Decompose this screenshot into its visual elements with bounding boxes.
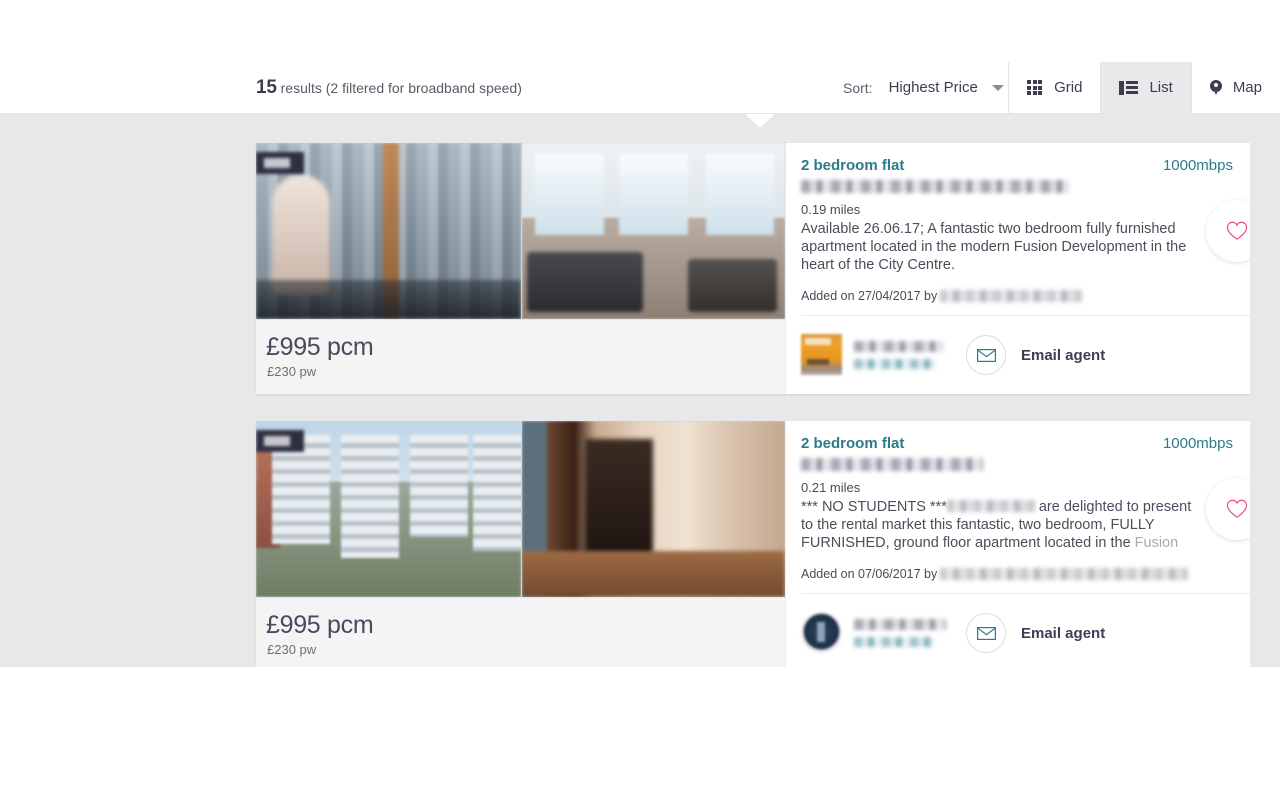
price-weekly: £230 pw — [267, 364, 317, 379]
heart-icon — [1226, 499, 1248, 518]
agent-name-redacted-inline — [940, 567, 1189, 580]
results-count: 15 results (2 filtered for broadband spe… — [256, 77, 522, 99]
listing-details: 2 bedroom flat 1000mbps 0.21 miles *** N… — [785, 421, 1268, 667]
agent-name-redacted — [854, 341, 944, 352]
listing-added-date-text: Added on 07/06/2017 by — [801, 567, 938, 581]
listing-description-truncated: Fusion — [1134, 535, 1179, 551]
listing-added-date: Added on 27/04/2017 by — [801, 289, 1083, 303]
results-toolbar: 15 results (2 filtered for broadband spe… — [0, 62, 1280, 114]
view-toggle-map[interactable]: Map — [1190, 62, 1280, 113]
email-agent-button[interactable]: Email agent — [966, 335, 1105, 375]
property-photo-gallery[interactable] — [256, 421, 785, 597]
agency-name-redacted-inline — [946, 500, 1035, 513]
listing-description-part1: *** NO STUDENTS *** — [801, 499, 947, 515]
listing-address-redacted — [801, 180, 1069, 193]
sort-control[interactable]: Sort: Highest Price — [843, 62, 1004, 113]
results-count-number: 15 — [256, 77, 277, 98]
listing-title-link[interactable]: 2 bedroom flat — [801, 435, 904, 452]
price-weekly: £230 pw — [267, 642, 317, 657]
property-photo-interior[interactable] — [522, 143, 785, 319]
view-toggle-grid[interactable]: Grid — [1008, 62, 1101, 113]
property-photo-hallway[interactable] — [522, 421, 785, 597]
card-right-clip — [1250, 421, 1280, 667]
view-toggle-list-label: List — [1149, 79, 1173, 96]
view-toggle-list[interactable]: List — [1100, 62, 1191, 113]
listing-address-redacted — [801, 458, 983, 471]
card-right-clip — [1250, 143, 1280, 394]
sort-label: Sort: — [843, 79, 873, 96]
broadband-speed-badge: 1000mbps — [1162, 157, 1233, 174]
broadband-speed-badge: 1000mbps — [1162, 435, 1233, 452]
agent-logo[interactable] — [801, 334, 842, 375]
sort-selected-value[interactable]: Highest Price — [889, 79, 978, 96]
results-count-text: results (2 filtered for broadband speed) — [280, 80, 522, 96]
listing-description: *** NO STUDENTS *** are delighted to pre… — [801, 498, 1201, 552]
email-agent-button[interactable]: Email agent — [966, 613, 1105, 653]
listing-title-link[interactable]: 2 bedroom flat — [801, 157, 904, 174]
listing-added-date-text: Added on 27/04/2017 by — [801, 289, 938, 303]
agent-contact-redacted — [854, 359, 936, 369]
photo-count-badge — [256, 152, 304, 174]
listing-distance: 0.21 miles — [801, 480, 861, 495]
agent-row: Email agent — [801, 593, 1250, 667]
envelope-icon-svg — [976, 626, 996, 640]
agent-name-redacted-inline — [940, 289, 1083, 302]
agent-row: Email agent — [801, 315, 1250, 395]
email-agent-label: Email agent — [1021, 346, 1106, 364]
photo-count-badge — [256, 430, 304, 452]
heart-icon — [1226, 221, 1248, 240]
envelope-icon — [966, 613, 1006, 653]
view-toggle-map-label: Map — [1232, 79, 1262, 96]
price-monthly: £995 pcm — [266, 611, 374, 639]
view-toggle-grid-label: Grid — [1054, 79, 1083, 96]
agent-name-redacted — [854, 619, 946, 630]
agent-logo[interactable] — [801, 612, 842, 653]
price-block: £995 pcm £230 pw — [256, 319, 785, 394]
listing-distance: 0.19 miles — [801, 202, 861, 217]
chevron-down-icon[interactable] — [991, 84, 1004, 91]
envelope-icon-svg — [976, 348, 996, 362]
view-toggle-group: Grid List Map — [1008, 62, 1280, 113]
property-listing-card[interactable]: £995 pcm £230 pw 2 bedroom flat 1000mbps… — [256, 143, 1280, 395]
results-list-container: £995 pcm £230 pw 2 bedroom flat 1000mbps… — [0, 114, 1280, 667]
property-search-results-page: 15 results (2 filtered for broadband spe… — [0, 0, 1280, 800]
price-monthly: £995 pcm — [266, 333, 374, 361]
listing-description: Available 26.06.17; A fantastic two bedr… — [801, 221, 1187, 273]
property-photo-gallery[interactable] — [256, 143, 785, 319]
agent-contact-redacted — [854, 637, 934, 647]
envelope-icon — [966, 335, 1006, 375]
listing-details: 2 bedroom flat 1000mbps 0.19 miles Avail… — [785, 143, 1268, 395]
list-icon — [1119, 80, 1139, 95]
map-pin-icon — [1209, 79, 1222, 96]
listing-added-date: Added on 07/06/2017 by — [801, 567, 1189, 581]
price-block: £995 pcm £230 pw — [256, 597, 785, 667]
property-listing-card[interactable]: £995 pcm £230 pw 2 bedroom flat 1000mbps… — [256, 421, 1280, 667]
email-agent-label: Email agent — [1021, 624, 1106, 642]
header-notch-indicator — [745, 114, 775, 128]
grid-icon — [1027, 80, 1043, 95]
